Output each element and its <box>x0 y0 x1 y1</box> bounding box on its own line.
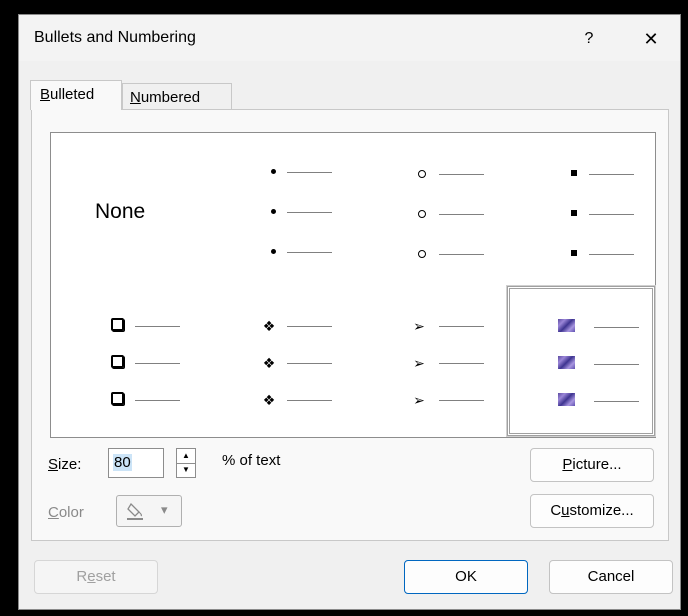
hollow-circle-bullet-icon <box>418 210 426 218</box>
tab-bulleted-label: ulleted <box>50 86 95 103</box>
customize-button[interactable]: Customize... <box>530 494 654 528</box>
four-diamond-bullet-icon: ❖ <box>262 355 276 371</box>
bullet-option-picture[interactable] <box>506 285 656 437</box>
shadowed-square-bullet-icon <box>111 392 124 405</box>
tab-bulleted[interactable]: Bulleted <box>30 80 122 110</box>
ok-button[interactable]: OK <box>404 560 528 594</box>
four-diamond-bullet-icon: ❖ <box>262 318 276 334</box>
tab-numbered-label: umbered <box>140 89 201 106</box>
four-diamond-bullet-icon: ❖ <box>262 392 276 408</box>
reset-button[interactable]: Reset <box>34 560 158 594</box>
close-button[interactable]: ✕ <box>631 25 671 53</box>
picture-bullet-icon <box>558 393 575 406</box>
tab-bulleted-accesskey: B <box>40 86 51 103</box>
dot-bullet-icon <box>271 209 276 214</box>
hollow-circle-bullet-icon <box>418 170 426 178</box>
spin-down-icon[interactable]: ▼ <box>177 463 195 477</box>
size-suffix: % of text <box>222 452 281 469</box>
help-button[interactable]: ? <box>571 25 607 53</box>
shadowed-square-bullet-icon <box>111 318 124 331</box>
shadowed-square-bullet-icon <box>111 355 124 368</box>
picture-bullet-icon <box>558 319 575 332</box>
filled-square-bullet-icon <box>571 250 577 256</box>
filled-square-bullet-icon <box>571 170 577 176</box>
size-spinner[interactable]: ▲ ▼ <box>176 448 196 478</box>
filled-square-bullet-icon <box>571 210 577 216</box>
bullet-option-none[interactable]: None <box>51 133 201 283</box>
size-value: 80 <box>113 454 132 471</box>
arrowhead-bullet-icon: ➢ <box>413 355 425 371</box>
size-label: Size: <box>48 456 82 473</box>
dot-bullet-icon <box>271 249 276 254</box>
bullet-option-hollow-square[interactable] <box>51 283 201 438</box>
spin-up-icon[interactable]: ▲ <box>177 449 195 464</box>
bullet-option-four-diamond[interactable]: ❖ ❖ ❖ <box>201 283 353 438</box>
hollow-circle-bullet-icon <box>418 250 426 258</box>
bullet-option-dot[interactable] <box>201 133 353 283</box>
paint-bucket-icon <box>127 502 143 520</box>
dialog-title: Bullets and Numbering <box>34 29 196 46</box>
cancel-button[interactable]: Cancel <box>549 560 673 594</box>
bullet-option-filled-square[interactable] <box>505 133 657 283</box>
color-picker-button[interactable]: ▾ <box>116 495 182 527</box>
picture-button[interactable]: Picture... <box>530 448 654 482</box>
bullet-gallery: None ❖ ❖ ❖ ➢ ➢ ➢ <box>50 132 656 438</box>
arrowhead-bullet-icon: ➢ <box>413 318 425 334</box>
color-label: Color <box>48 504 84 521</box>
arrowhead-bullet-icon: ➢ <box>413 392 425 408</box>
none-label: None <box>95 200 146 223</box>
bullet-option-hollow-circle[interactable] <box>353 133 505 283</box>
title-bar: Bullets and Numbering ? ✕ <box>19 15 680 61</box>
dot-bullet-icon <box>271 169 276 174</box>
tab-numbered[interactable]: Numbered <box>122 83 232 110</box>
tab-numbered-accesskey: N <box>130 89 141 106</box>
chevron-down-icon: ▾ <box>161 502 168 517</box>
picture-bullet-icon <box>558 356 575 369</box>
size-input[interactable]: 80 <box>108 448 164 478</box>
bullet-option-arrowhead[interactable]: ➢ ➢ ➢ <box>353 283 505 438</box>
